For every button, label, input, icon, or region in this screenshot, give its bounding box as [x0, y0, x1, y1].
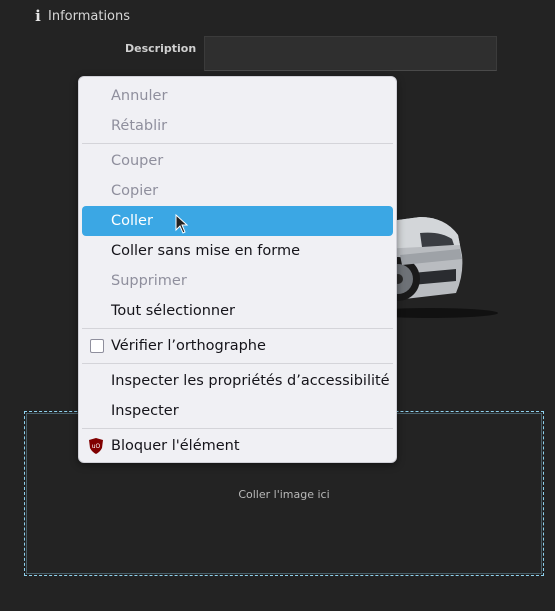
menu-item-supprimer[interactable]: Supprimer: [82, 266, 393, 296]
ublock-shield-icon: uO: [89, 438, 103, 454]
context-menu: Annuler Rétablir Couper Copier Coller Co…: [78, 76, 397, 463]
spellcheck-checkbox[interactable]: [90, 339, 104, 353]
drop-zone-text: Coller l'image ici: [238, 488, 330, 501]
menu-separator: [82, 143, 393, 144]
menu-separator: [82, 328, 393, 329]
menu-item-annuler[interactable]: Annuler: [82, 81, 393, 111]
menu-item-coller-label: Coller: [111, 213, 153, 229]
menu-item-retablir[interactable]: Rétablir: [82, 111, 393, 141]
mouse-cursor-icon: [175, 214, 189, 234]
section-title: Informations: [48, 8, 131, 24]
menu-separator: [82, 363, 393, 364]
description-label: Description: [125, 42, 197, 55]
section-header[interactable]: i Informations: [34, 7, 130, 25]
menu-item-tout-selectionner[interactable]: Tout sélectionner: [82, 296, 393, 326]
menu-item-bloquer-label: Bloquer l'élément: [111, 438, 240, 454]
menu-item-copier[interactable]: Copier: [82, 176, 393, 206]
description-input[interactable]: [204, 36, 497, 71]
svg-text:uO: uO: [92, 443, 101, 450]
menu-item-coller-sans-mise-en-forme[interactable]: Coller sans mise en forme: [82, 236, 393, 266]
menu-item-coller[interactable]: Coller: [82, 206, 393, 236]
menu-item-inspecter-accessibilite[interactable]: Inspecter les propriétés d’accessibilité: [82, 366, 393, 396]
menu-item-inspecter[interactable]: Inspecter: [82, 396, 393, 426]
menu-item-couper[interactable]: Couper: [82, 146, 393, 176]
menu-item-bloquer-element[interactable]: uO Bloquer l'élément: [82, 431, 393, 461]
menu-item-verifier-orthographe[interactable]: Vérifier l’orthographe: [82, 331, 393, 361]
menu-separator: [82, 428, 393, 429]
menu-item-verifier-label: Vérifier l’orthographe: [111, 338, 266, 354]
info-icon: i: [35, 7, 41, 25]
